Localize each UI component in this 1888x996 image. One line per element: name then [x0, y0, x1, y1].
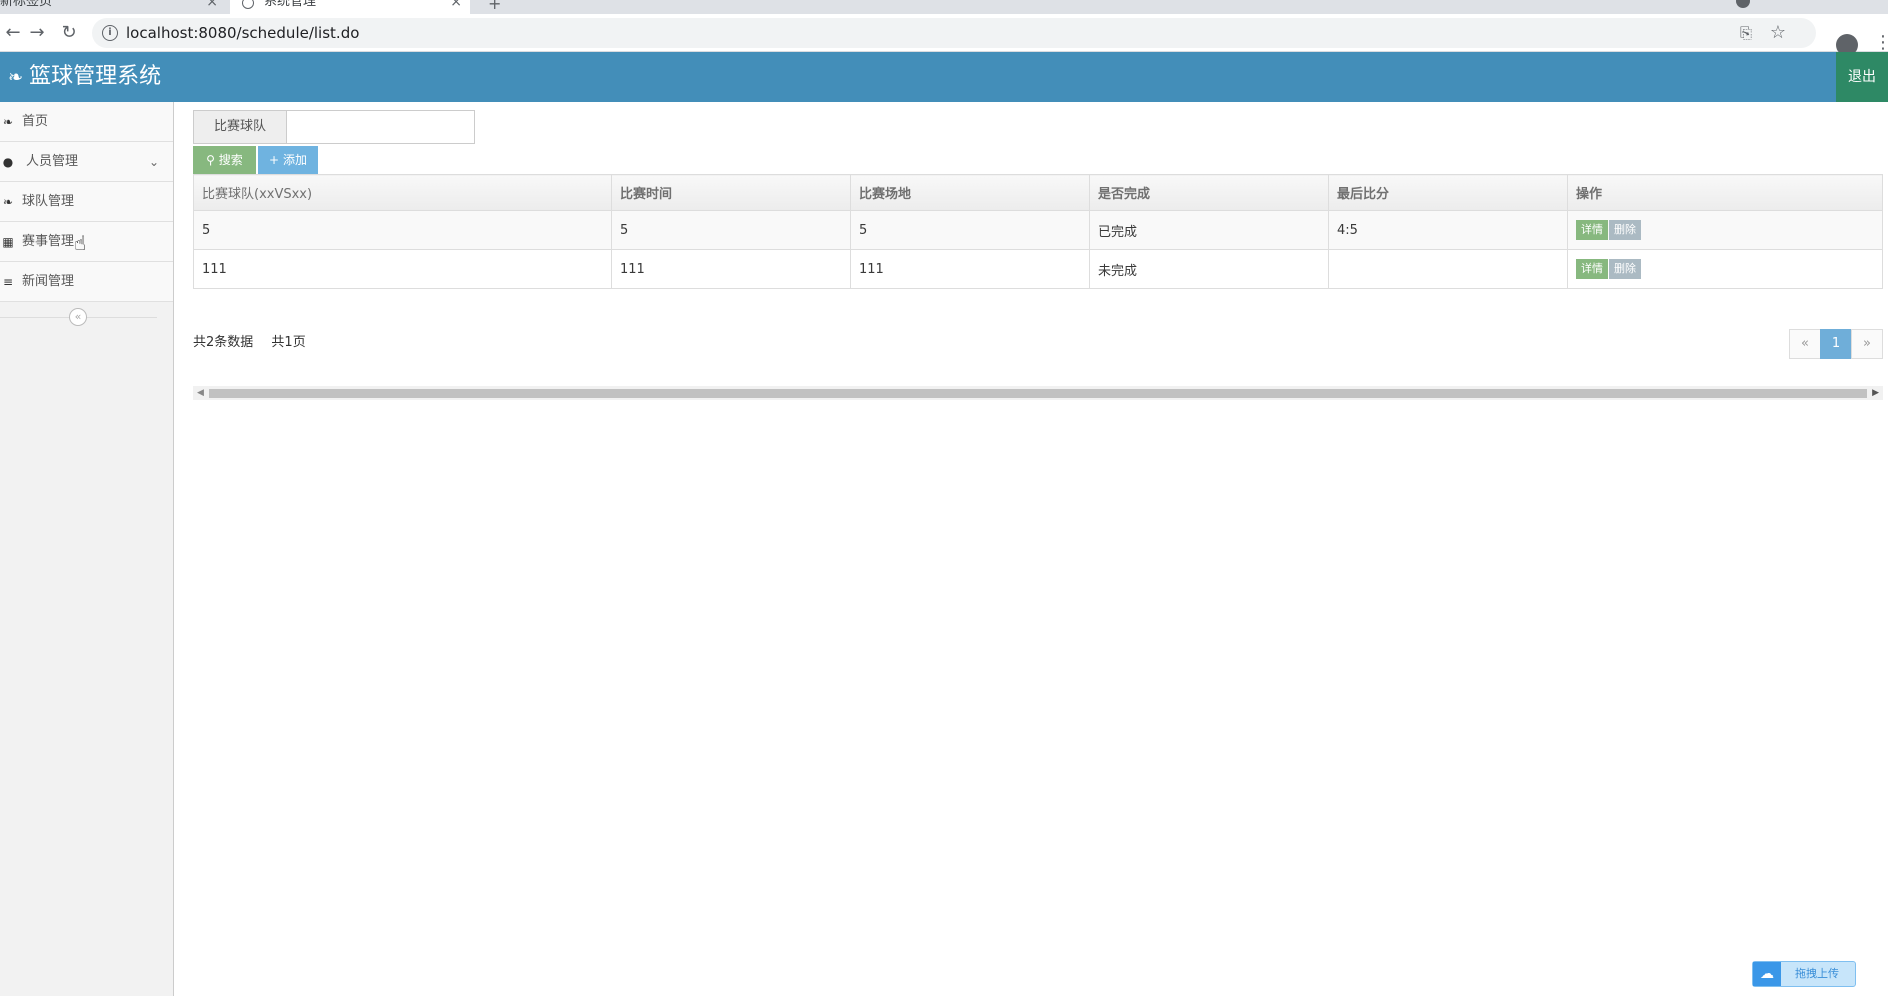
add-button[interactable]: + 添加: [258, 146, 318, 174]
info-icon[interactable]: i: [102, 25, 118, 41]
omnibox[interactable]: i localhost:8080/schedule/list.do ⎘ ☆: [92, 18, 1816, 48]
calendar-icon: ▦: [2, 235, 14, 249]
address-bar-row: ← → ↻ i localhost:8080/schedule/list.do …: [0, 14, 1888, 56]
schedule-table: 比赛球队(xxVSxx) 比赛时间 比赛场地 是否完成 最后比分 操作 5 5 …: [193, 174, 1883, 289]
column-header: 操作: [1567, 174, 1883, 211]
translate-icon[interactable]: ⎘: [1740, 24, 1752, 42]
detail-button[interactable]: 详情: [1576, 259, 1608, 279]
close-tab-icon[interactable]: ×: [206, 0, 218, 14]
leaf-icon: ❧: [2, 195, 14, 209]
sidebar-item-label: 赛事管理: [22, 234, 75, 249]
hand-cursor-icon: ☝: [74, 231, 87, 255]
table-row: 111 111 111 未完成 详情 删除: [193, 249, 1883, 289]
sidebar-item-matches[interactable]: ▦ 赛事管理: [0, 222, 173, 262]
user-icon: ●: [2, 155, 14, 169]
brand[interactable]: ❧ 篮球管理系统: [8, 52, 161, 102]
browser-tab[interactable]: 新标签页 ×: [0, 0, 226, 14]
table-row: 5 5 5 已完成 4:5 详情 删除: [193, 210, 1883, 250]
column-header[interactable]: 比赛场地: [850, 174, 1090, 211]
new-tab-icon[interactable]: +: [488, 0, 501, 13]
column-header[interactable]: 最后比分: [1328, 174, 1568, 211]
cell-done: 未完成: [1089, 249, 1329, 289]
leaf-icon: ❧: [2, 115, 14, 129]
delete-button[interactable]: 删除: [1609, 220, 1641, 240]
sidebar-item-home[interactable]: ❧ 首页: [0, 102, 173, 142]
team-search-input[interactable]: [287, 110, 475, 144]
brand-title: 篮球管理系统: [29, 64, 162, 89]
scroll-right-icon[interactable]: ▶: [1872, 386, 1879, 400]
cell-done: 已完成: [1089, 210, 1329, 250]
forward-icon[interactable]: →: [24, 20, 50, 46]
table-header-row: 比赛球队(xxVSxx) 比赛时间 比赛场地 是否完成 最后比分 操作: [193, 174, 1883, 211]
close-tab-icon[interactable]: ×: [450, 0, 462, 14]
globe-icon: [242, 0, 254, 9]
sidebar-collapse: «: [0, 302, 173, 332]
search-button-label: 搜索: [218, 153, 243, 167]
sidebar-item-label: 人员管理: [26, 154, 79, 169]
browser-tab-active[interactable]: 系统管理 ×: [230, 0, 470, 14]
page-button[interactable]: 1: [1820, 329, 1852, 359]
cell-actions: 详情 删除: [1567, 249, 1883, 289]
collapse-double-left-icon[interactable]: «: [69, 308, 87, 326]
total-count: 共2条数据: [193, 335, 254, 350]
record-summary: 共2条数据 共1页: [193, 331, 320, 350]
logout-button[interactable]: 退出: [1836, 52, 1888, 102]
cell-actions: 详情 删除: [1567, 210, 1883, 250]
delete-button[interactable]: 删除: [1609, 259, 1641, 279]
sidebar-item-teams[interactable]: ❧ 球队管理: [0, 182, 173, 222]
search-label: 比赛球队: [193, 110, 287, 144]
upload-label: 拖拽上传: [1795, 967, 1839, 980]
cell-venue: 5: [850, 210, 1090, 250]
app-header: ❧ 篮球管理系统 退出: [0, 52, 1888, 102]
list-icon: ≡: [2, 275, 14, 289]
sidebar: ❧ 首页 ● 人员管理 ⌄ ❧ 球队管理 ▦ 赛事管理 ≡ 新闻管理 «: [0, 102, 174, 996]
reload-icon[interactable]: ↻: [56, 20, 82, 46]
sidebar-item-label: 首页: [22, 114, 49, 129]
add-button-label: 添加: [282, 153, 307, 167]
chevron-down-icon: ⌄: [148, 155, 159, 169]
browser-tab-strip: 新标签页 × 系统管理 × +: [0, 0, 1888, 14]
leaf-icon: ❧: [8, 67, 24, 88]
cell-time: 5: [611, 210, 851, 250]
sidebar-item-personnel[interactable]: ● 人员管理 ⌄: [0, 142, 173, 182]
sidebar-item-label: 球队管理: [22, 194, 75, 209]
plus-icon: +: [269, 153, 280, 167]
cell-team: 5: [193, 210, 612, 250]
cell-team: 111: [193, 249, 612, 289]
tab-search-icon[interactable]: [1736, 0, 1750, 8]
cell-score: 4:5: [1328, 210, 1568, 250]
scrollbar-thumb[interactable]: [209, 389, 1867, 398]
pagination: « 1 »: [1789, 329, 1883, 359]
prev-page-button[interactable]: «: [1789, 329, 1821, 359]
column-header[interactable]: 比赛时间: [611, 174, 851, 211]
search-button[interactable]: ⚲ 搜索: [193, 146, 256, 174]
cell-time: 111: [611, 249, 851, 289]
next-page-button[interactable]: »: [1851, 329, 1883, 359]
tab-title: 新标签页: [0, 0, 53, 9]
detail-button[interactable]: 详情: [1576, 220, 1608, 240]
horizontal-scrollbar[interactable]: ◀ ▶: [193, 386, 1883, 400]
url-text[interactable]: localhost:8080/schedule/list.do: [126, 24, 359, 42]
cloud-upload-icon: ☁: [1753, 962, 1781, 986]
cell-score: [1328, 249, 1568, 289]
scroll-left-icon[interactable]: ◀: [197, 386, 204, 400]
sidebar-item-label: 新闻管理: [22, 274, 75, 289]
drag-upload-widget[interactable]: ☁ 拖拽上传: [1752, 961, 1856, 987]
back-icon[interactable]: ←: [0, 20, 26, 46]
search-icon: ⚲: [206, 153, 215, 167]
column-header[interactable]: 是否完成: [1089, 174, 1329, 211]
page-count: 共1页: [271, 335, 306, 350]
sidebar-item-news[interactable]: ≡ 新闻管理: [0, 262, 173, 302]
bookmark-star-icon[interactable]: ☆: [1770, 22, 1786, 43]
cell-venue: 111: [850, 249, 1090, 289]
more-menu-icon[interactable]: ⋮: [1874, 32, 1888, 53]
tab-title: 系统管理: [264, 0, 317, 9]
column-header[interactable]: 比赛球队(xxVSxx): [193, 174, 612, 211]
